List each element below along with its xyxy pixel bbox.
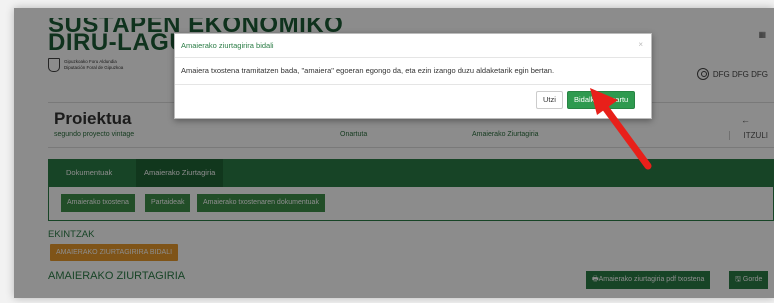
- dialog-title: Amaierako ziurtagirira bidali: [181, 41, 274, 50]
- dialog-header: Amaierako ziurtagirira bidali ×: [175, 34, 651, 58]
- dialog-footer: Utzi Bidalketa onartu: [175, 84, 651, 120]
- close-icon[interactable]: ×: [638, 40, 643, 49]
- dialog-message: Amaiera txostena tramitatzen bada, "amai…: [181, 66, 555, 75]
- confirm-send-button[interactable]: Bidalketa onartu: [567, 91, 636, 109]
- confirm-send-dialog: Amaierako ziurtagirira bidali × Amaiera …: [174, 33, 652, 119]
- cancel-button[interactable]: Utzi: [536, 91, 563, 109]
